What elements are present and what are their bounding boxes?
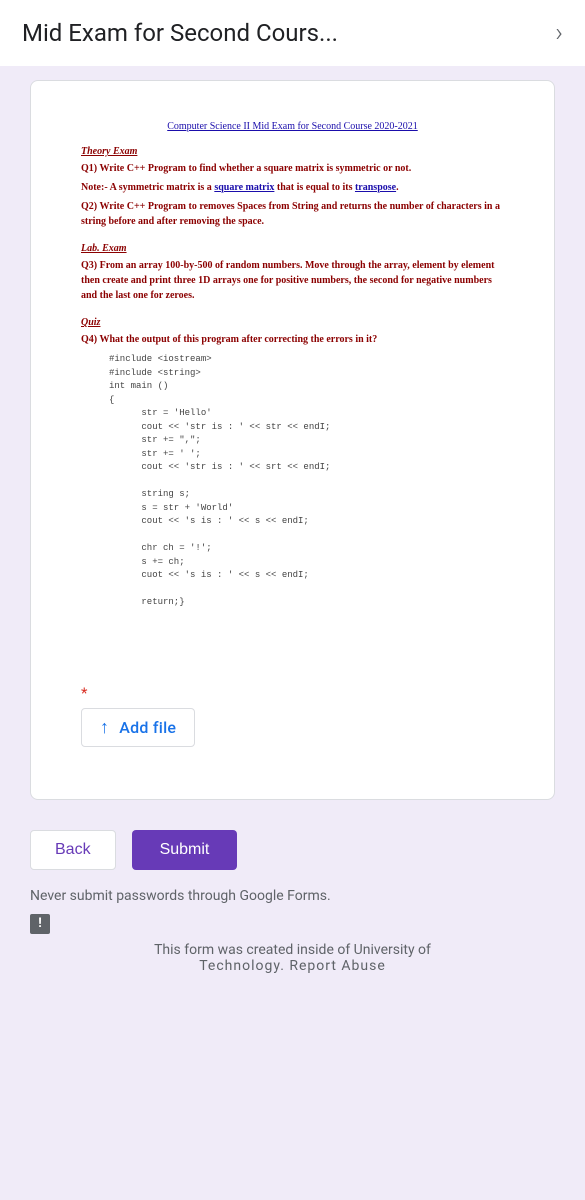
password-warning: Never submit passwords through Google Fo…: [0, 888, 585, 904]
alert-icon[interactable]: !: [30, 914, 50, 934]
question-1-note: Note:- A symmetric matrix is a square ma…: [81, 180, 504, 195]
section-quiz: Quiz: [81, 317, 504, 328]
upload-icon: ↑: [100, 717, 109, 738]
form-origin-cutoff: Technology. Report Abuse: [0, 958, 585, 974]
section-lab: Lab. Exam: [81, 243, 504, 254]
code-block: #include <iostream> #include <string> in…: [109, 353, 504, 610]
question-2: Q2) Write C++ Program to removes Spaces …: [81, 199, 504, 229]
question-3: Q3) From an array 100-by-500 of random n…: [81, 258, 504, 303]
section-theory: Theory Exam: [81, 146, 504, 157]
back-button[interactable]: Back: [30, 830, 116, 870]
question-1: Q1) Write C++ Program to find whether a …: [81, 161, 504, 176]
page-title: Mid Exam for Second Cours...: [22, 19, 338, 47]
submit-button[interactable]: Submit: [132, 830, 238, 870]
add-file-button[interactable]: ↑ Add file: [81, 708, 195, 747]
document-title: Computer Science II Mid Exam for Second …: [81, 121, 504, 132]
add-file-label: Add file: [119, 718, 176, 737]
form-origin: This form was created inside of Universi…: [0, 936, 585, 958]
required-marker: *: [81, 684, 504, 702]
chevron-right-icon[interactable]: ›: [555, 18, 563, 48]
question-card: Computer Science II Mid Exam for Second …: [30, 80, 555, 800]
question-4: Q4) What the output of this program afte…: [81, 332, 504, 347]
